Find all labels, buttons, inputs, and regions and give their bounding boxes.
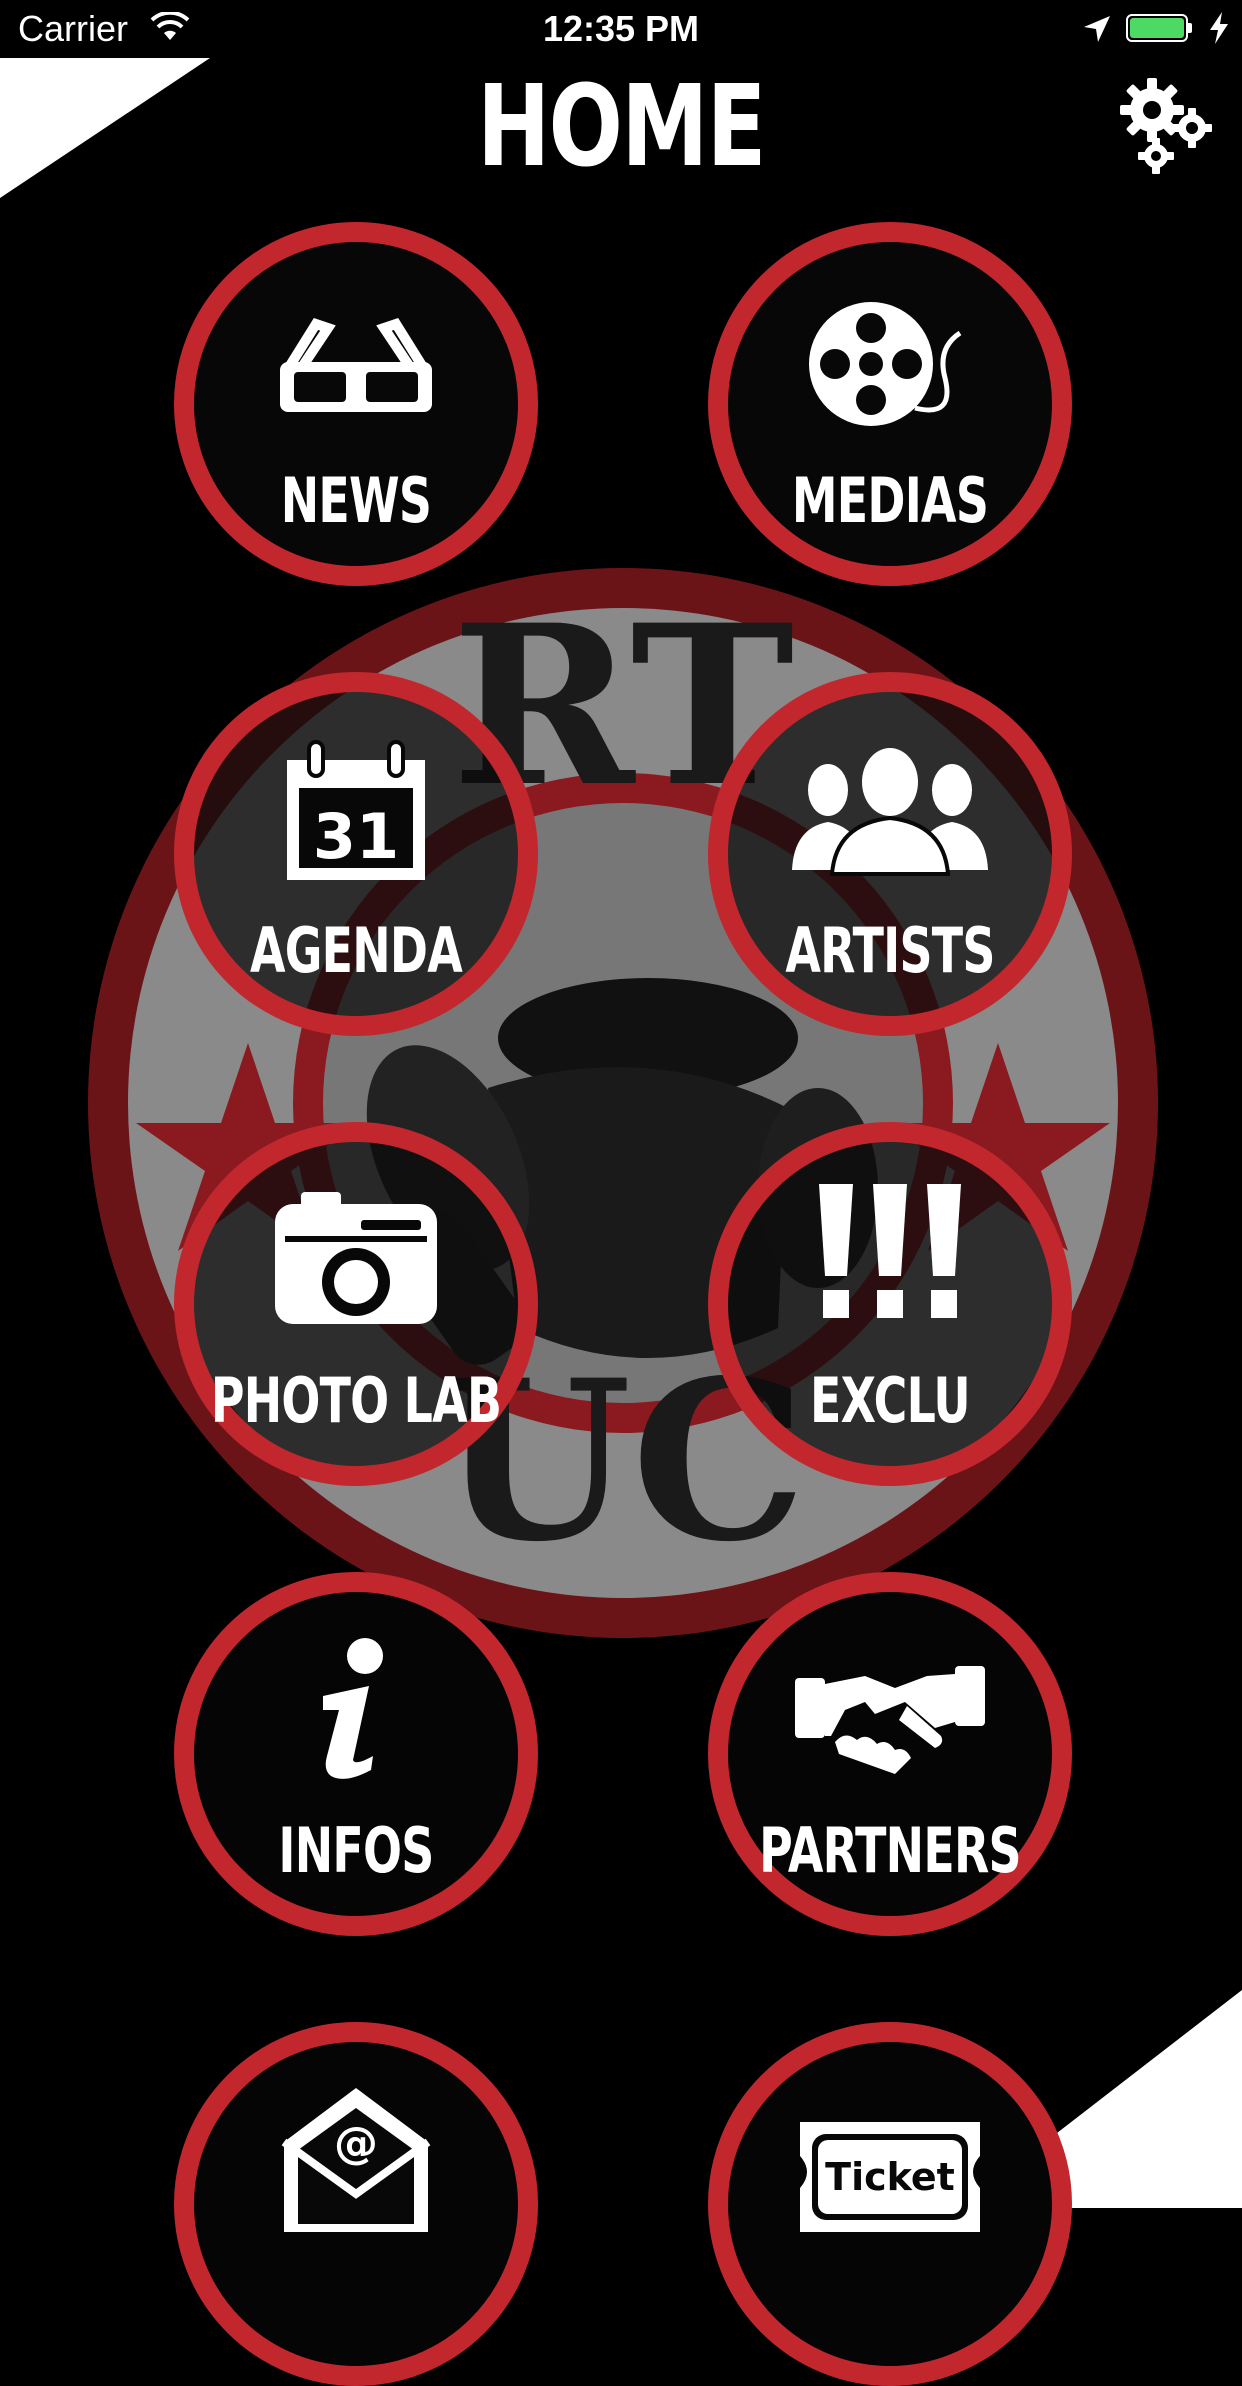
location-arrow-icon	[1084, 16, 1110, 42]
menu-exclu-button[interactable]: EXCLU	[708, 1122, 1072, 1486]
ticket-icon: Ticket	[800, 2122, 980, 2232]
menu-partners-label: PARTNERS	[759, 1814, 1021, 1887]
menu-news-label: NEWS	[280, 464, 432, 537]
menu-ticket-button[interactable]: Ticket	[708, 2022, 1072, 2386]
menu-partners-button[interactable]: PARTNERS	[708, 1572, 1072, 1936]
menu-agenda-label: AGENDA	[249, 914, 463, 987]
menu-infos-button[interactable]: INFOS	[174, 1572, 538, 1936]
status-bar: Carrier 12:35 PM	[0, 0, 1242, 60]
envelope-icon: @	[281, 2088, 431, 2232]
clock: 12:35 PM	[542, 8, 700, 49]
handshake-icon	[795, 1666, 985, 1774]
menu-infos-label: INFOS	[278, 1814, 434, 1887]
menu-artists-button[interactable]: ARTISTS	[708, 672, 1072, 1036]
camera-icon	[275, 1192, 437, 1324]
calendar-icon: 31	[287, 740, 425, 880]
menu-agenda-button[interactable]: 31 AGENDA	[174, 672, 538, 1036]
menu-contact-button[interactable]: @	[174, 2022, 538, 2386]
page-title: HOME	[477, 62, 766, 192]
exclamation-icon	[819, 1184, 961, 1318]
battery-indicator	[1126, 14, 1196, 44]
envelope-at-symbol: @	[334, 2118, 378, 2169]
ticket-text: Ticket	[825, 2155, 955, 2199]
people-icon	[792, 748, 988, 876]
charging-bolt-icon	[1210, 12, 1228, 44]
menu-exclu-label: EXCLU	[810, 1364, 971, 1437]
gears-icon[interactable]	[1112, 72, 1222, 182]
calendar-day-number: 31	[313, 800, 399, 873]
menu-medias-label: MEDIAS	[791, 464, 989, 537]
info-icon	[323, 1638, 383, 1779]
menu-artists-label: ARTISTS	[785, 914, 995, 987]
glasses-icon	[280, 318, 432, 412]
menu-news-button[interactable]: NEWS	[174, 222, 538, 586]
film-reel-icon	[809, 302, 962, 426]
menu-photo-lab-button[interactable]: PHOTO LAB	[174, 1122, 538, 1486]
menu-photo-lab-label: PHOTO LAB	[210, 1364, 502, 1437]
menu-medias-button[interactable]: MEDIAS	[708, 222, 1072, 586]
